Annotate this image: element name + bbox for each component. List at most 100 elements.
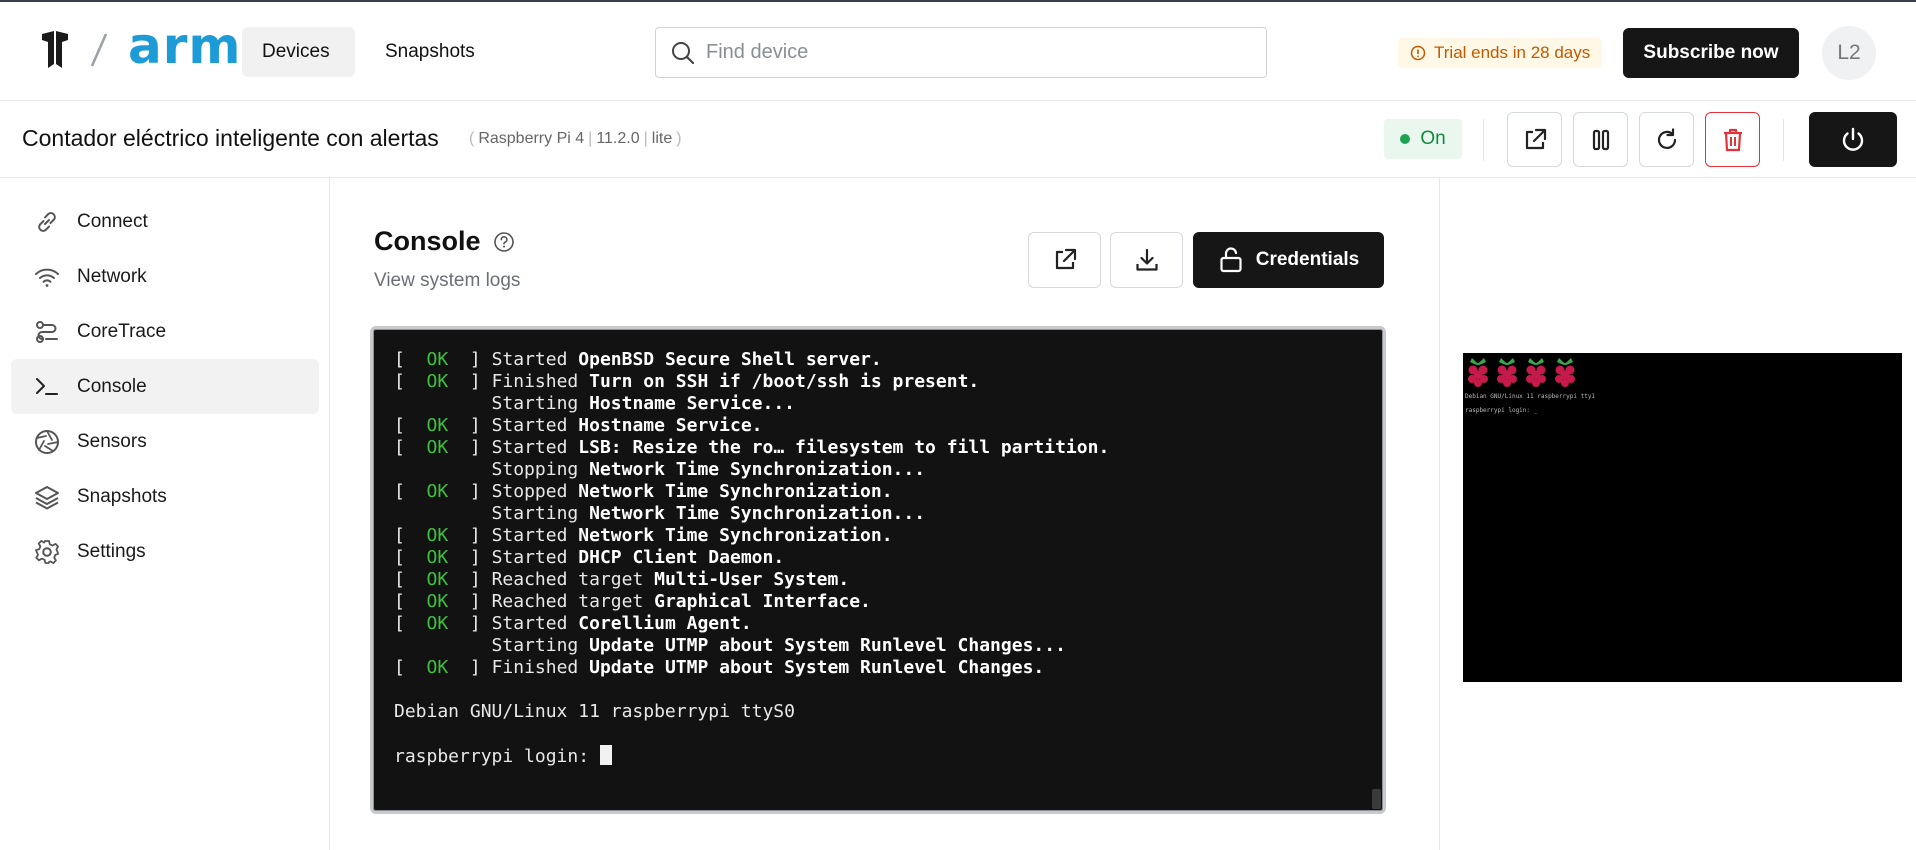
- subscribe-button[interactable]: Subscribe now: [1623, 28, 1799, 78]
- pause-button[interactable]: [1573, 112, 1628, 167]
- terminal-line-verb: Reached target: [491, 591, 655, 612]
- gear-icon: [35, 539, 59, 564]
- terminal-line-target: Network Time Synchronization...: [589, 459, 926, 480]
- terminal-line: [ OK ] Started Hostname Service.: [394, 415, 1383, 437]
- sidebar-item-settings[interactable]: Settings: [11, 524, 319, 579]
- sidebar-item-label: Network: [77, 265, 147, 287]
- preview-login: raspberrypi login: _: [1465, 407, 1538, 414]
- terminal-line: [ OK ] Started Network Time Synchronizat…: [394, 525, 1383, 547]
- sidebar-item-coretrace[interactable]: CoreTrace: [11, 304, 319, 359]
- nav-devices[interactable]: Devices: [242, 27, 355, 77]
- terminal-line-target: Corellium Agent.: [578, 613, 752, 634]
- console-panel: Console View system logs Credentials [ O…: [330, 178, 1440, 850]
- terminal-line-status: [394, 503, 492, 524]
- terminal-line-verb: Started: [491, 415, 579, 436]
- raspberry-icon: [1468, 358, 1488, 387]
- terminal-line-target: Hostname Service.: [578, 415, 763, 436]
- sidebar-item-sensors[interactable]: Sensors: [11, 414, 319, 469]
- meta-bracket-left: (: [469, 130, 475, 147]
- divider: [1783, 119, 1784, 161]
- device-model: Raspberry Pi 4: [478, 130, 585, 147]
- terminal-line-target: Update UTMP about System Runlevel Change…: [589, 657, 1045, 678]
- terminal-line: Starting Update UTMP about System Runlev…: [394, 635, 1383, 657]
- delete-button[interactable]: [1705, 112, 1760, 167]
- terminal-cursor: [599, 745, 612, 765]
- sidebar: Connect Network CoreTrace Console Sensor…: [0, 178, 330, 850]
- terminal-line: [ OK ] Reached target Multi-User System.: [394, 569, 1383, 591]
- external-link-icon: [1525, 128, 1546, 149]
- console-terminal[interactable]: [ OK ] Started OpenBSD Secure Shell serv…: [370, 326, 1386, 814]
- aperture-icon: [35, 429, 59, 454]
- help-icon[interactable]: [493, 231, 515, 253]
- terminal-line-target: Network Time Synchronization.: [578, 481, 893, 502]
- terminal-line: [ OK ] Started OpenBSD Secure Shell serv…: [394, 349, 1383, 371]
- device-version: 11.2.0: [596, 130, 640, 147]
- download-icon: [1135, 248, 1158, 271]
- terminal-line-verb: Reached target: [491, 569, 655, 590]
- terminal-line-status: [ OK ]: [394, 591, 492, 612]
- meta-separator: |: [643, 130, 648, 147]
- sidebar-item-network[interactable]: Network: [11, 249, 319, 304]
- terminal-scrollbar[interactable]: [1372, 789, 1381, 809]
- terminal-line-status: [ OK ]: [394, 371, 492, 392]
- device-screen-preview[interactable]: Debian GNU/Linux 11 raspberrypi tty1 ras…: [1463, 353, 1902, 682]
- terminal-line-status: [394, 635, 492, 656]
- unlock-icon: [1220, 247, 1242, 273]
- device-flavor: lite: [651, 130, 673, 147]
- brand-name: arm: [128, 17, 242, 75]
- power-icon: [1842, 127, 1864, 151]
- terminal-line-verb: Started: [491, 613, 579, 634]
- status-text: On: [1420, 128, 1446, 149]
- terminal-prompt-line: raspberrypi login:: [394, 745, 1383, 767]
- meta-separator: |: [588, 130, 593, 147]
- device-header: Contador eléctrico inteligente con alert…: [0, 101, 1916, 178]
- terminal-line-verb: Finished: [491, 371, 590, 392]
- corellium-logo-icon: [42, 31, 68, 68]
- terminal-line-verb: Started: [491, 547, 579, 568]
- terminal-icon: [36, 377, 58, 395]
- restart-button[interactable]: [1639, 112, 1694, 167]
- console-download-button[interactable]: [1110, 232, 1183, 288]
- terminal-line-target: Network Time Synchronization.: [578, 525, 893, 546]
- trial-badge: Trial ends in 28 days: [1398, 38, 1603, 68]
- top-navbar: arm Devices Snapshots Trial ends in 28 d…: [0, 0, 1916, 101]
- device-name: Contador eléctrico inteligente con alert…: [22, 125, 439, 151]
- terminal-line-status: [ OK ]: [394, 569, 492, 590]
- preview-banner: Debian GNU/Linux 11 raspberrypi tty1: [1465, 393, 1596, 400]
- terminal-blank: [394, 679, 1383, 701]
- sidebar-item-console[interactable]: Console: [11, 359, 319, 414]
- avatar[interactable]: L2: [1822, 26, 1876, 80]
- search-input[interactable]: [706, 41, 1246, 64]
- logo[interactable]: arm: [40, 21, 242, 71]
- terminal-line-status: [ OK ]: [394, 525, 492, 546]
- terminal-line-status: [ OK ]: [394, 547, 492, 568]
- terminal-line-verb: Starting: [491, 635, 590, 656]
- power-button[interactable]: [1809, 112, 1897, 167]
- terminal-log: [ OK ] Started OpenBSD Secure Shell serv…: [394, 349, 1383, 679]
- nav-snapshots[interactable]: Snapshots: [365, 27, 495, 77]
- terminal-line: Stopping Network Time Synchronization...: [394, 459, 1383, 481]
- terminal-line-status: [ OK ]: [394, 415, 492, 436]
- terminal-line-target: Turn on SSH if /boot/ssh is present.: [589, 371, 980, 392]
- console-open-external-button[interactable]: [1028, 232, 1101, 288]
- sidebar-item-snapshots[interactable]: Snapshots: [11, 469, 319, 524]
- terminal-line-target: Multi-User System.: [654, 569, 850, 590]
- refresh-icon: [1657, 127, 1676, 149]
- terminal-line-verb: Started: [491, 349, 579, 370]
- terminal-line: [ OK ] Started DHCP Client Daemon.: [394, 547, 1383, 569]
- terminal-line-verb: Started: [491, 525, 579, 546]
- terminal-line: [ OK ] Started Corellium Agent.: [394, 613, 1383, 635]
- terminal-line-verb: Finished: [491, 657, 590, 678]
- sidebar-item-label: Connect: [77, 210, 148, 232]
- terminal-line-status: [ OK ]: [394, 481, 492, 502]
- search-icon: [672, 41, 695, 64]
- terminal-line-verb: Starting: [491, 393, 590, 414]
- terminal-line-verb: Stopping: [491, 459, 590, 480]
- wifi-icon: [35, 268, 59, 287]
- meta-bracket-right: ): [676, 130, 682, 147]
- credentials-button[interactable]: Credentials: [1193, 232, 1384, 288]
- open-external-button[interactable]: [1507, 112, 1562, 167]
- sidebar-item-connect[interactable]: Connect: [11, 194, 319, 249]
- terminal-line: Starting Network Time Synchronization...: [394, 503, 1383, 525]
- search-box[interactable]: [655, 27, 1267, 78]
